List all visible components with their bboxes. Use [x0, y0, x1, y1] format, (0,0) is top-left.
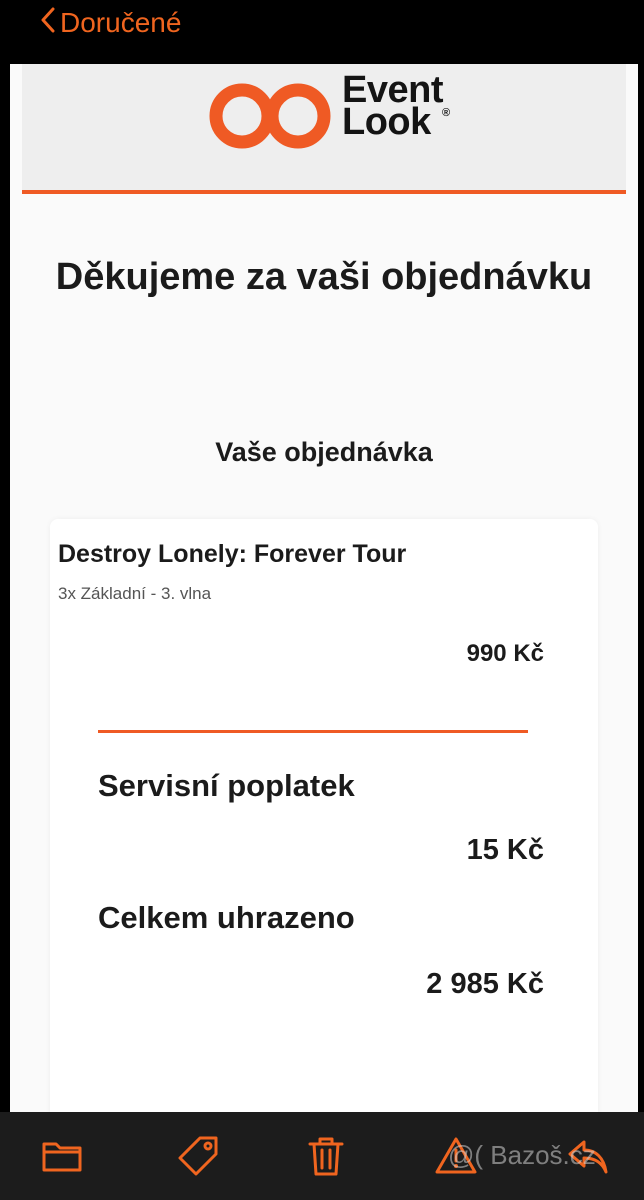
back-button[interactable]: Doručené: [40, 6, 181, 40]
order-item-price: 990 Kč: [466, 640, 544, 667]
watermark: @( Bazoš.cz: [448, 1140, 596, 1170]
header-divider: [22, 190, 626, 194]
service-fee-label: Servisní poplatek: [98, 768, 355, 803]
thank-you-title: Děkujeme za vaši objednávku: [55, 256, 593, 298]
card-divider: [98, 730, 528, 733]
order-heading: Vaše objednávka: [215, 437, 433, 467]
total-paid-value: 2 985 Kč: [426, 968, 544, 1000]
service-fee-value: 15 Kč: [466, 834, 544, 866]
trash-button[interactable]: [302, 1134, 350, 1182]
trash-icon: [304, 1134, 348, 1183]
infinity-logo-icon: [209, 83, 331, 149]
tag-button[interactable]: [174, 1134, 222, 1182]
total-paid-label: Celkem uhrazeno: [98, 900, 355, 935]
folder-button[interactable]: [38, 1134, 86, 1182]
tag-icon: [176, 1134, 220, 1183]
logo-wordmark: Event Look ®: [342, 69, 450, 143]
chevron-left-icon: [40, 7, 56, 40]
order-card: [50, 519, 598, 1112]
eventlook-logo: Event Look ®: [208, 69, 468, 156]
back-label: Doručené: [60, 7, 182, 38]
folder-icon: [40, 1134, 84, 1183]
email-header: Event Look ®: [22, 64, 626, 190]
order-item-variant: 3x Základní - 3. vlna: [58, 584, 212, 603]
order-item-name: Destroy Lonely: Forever Tour: [58, 540, 407, 568]
top-nav-bar: Doručené: [0, 0, 644, 64]
